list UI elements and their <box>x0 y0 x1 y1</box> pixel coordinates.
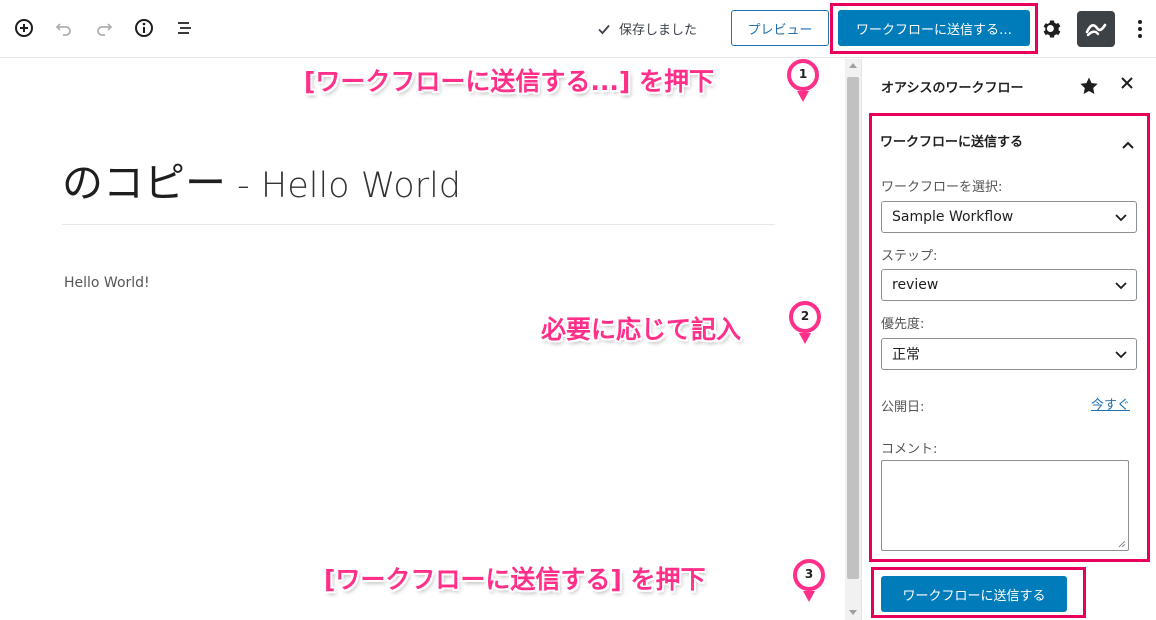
more-options-icon[interactable] <box>1130 16 1150 42</box>
undo-icon[interactable] <box>50 14 78 42</box>
highlight-submit-top <box>830 3 1038 54</box>
callout-step-1: [ワークフローに送信する...] を押下 <box>304 67 715 96</box>
chevron-up-icon[interactable] <box>1121 135 1135 154</box>
post-body-paragraph[interactable]: Hello World! <box>64 275 150 291</box>
chevron-down-icon <box>1115 214 1127 222</box>
close-icon[interactable] <box>1120 76 1134 94</box>
scroll-down-arrow-icon[interactable] <box>849 610 857 615</box>
outline-list-icon[interactable] <box>170 14 198 42</box>
comment-textarea[interactable] <box>881 460 1129 551</box>
post-title[interactable]: のコピー - Hello World <box>62 149 461 209</box>
callout-step-2: 必要に応じて記入 <box>541 315 742 344</box>
check-icon <box>598 24 610 34</box>
step-marker-3: 3 <box>792 558 826 604</box>
gear-icon[interactable] <box>1040 17 1064 45</box>
editor-scrollbar-thumb[interactable] <box>847 77 859 579</box>
star-icon[interactable] <box>1079 76 1099 100</box>
title-divider <box>62 224 775 225</box>
priority-select-label: 優先度: <box>881 317 925 332</box>
publish-now-link[interactable]: 今すぐ <box>1091 394 1130 413</box>
post-title-sub: - Hello World <box>226 166 462 206</box>
workflow-select-label: ワークフローを選択: <box>881 180 1003 195</box>
scroll-up-arrow-icon[interactable] <box>849 63 857 68</box>
callout-step-3: [ワークフローに送信する] を押下 <box>324 565 706 594</box>
step-select-label: ステップ: <box>881 249 938 264</box>
info-icon[interactable] <box>130 14 158 42</box>
step-select[interactable]: review <box>881 269 1137 301</box>
step-marker-1-number: 1 <box>798 67 808 81</box>
step-marker-3-number: 3 <box>804 567 814 581</box>
chevron-down-icon <box>1115 351 1127 359</box>
step-marker-2-number: 2 <box>800 309 810 323</box>
workflow-select-value: Sample Workflow <box>892 209 1014 225</box>
redo-icon[interactable] <box>90 14 118 42</box>
panel-title[interactable]: ワークフローに送信する <box>880 131 1023 150</box>
post-title-main: のコピー <box>62 159 226 207</box>
step-select-value: review <box>892 277 939 293</box>
submit-workflow-button[interactable]: ワークフローに送信する <box>881 576 1067 612</box>
priority-select[interactable]: 正常 <box>881 338 1137 370</box>
step-marker-1: 1 <box>786 58 820 104</box>
resize-handle-icon[interactable] <box>1117 539 1126 548</box>
saved-status: 保存しました <box>596 19 697 38</box>
priority-select-value: 正常 <box>892 347 920 363</box>
step-marker-2: 2 <box>788 300 822 346</box>
add-block-icon[interactable] <box>10 14 38 42</box>
sidebar-title: オアシスのワークフロー <box>881 81 1024 96</box>
preview-button[interactable]: プレビュー <box>731 10 829 46</box>
saved-status-text: 保存しました <box>619 23 698 38</box>
comment-label: コメント: <box>881 442 938 457</box>
oasis-workflow-icon[interactable] <box>1077 11 1115 47</box>
chevron-down-icon <box>1115 282 1127 290</box>
publish-date-label: 公開日: <box>881 400 925 415</box>
workflow-select[interactable]: Sample Workflow <box>881 201 1137 233</box>
